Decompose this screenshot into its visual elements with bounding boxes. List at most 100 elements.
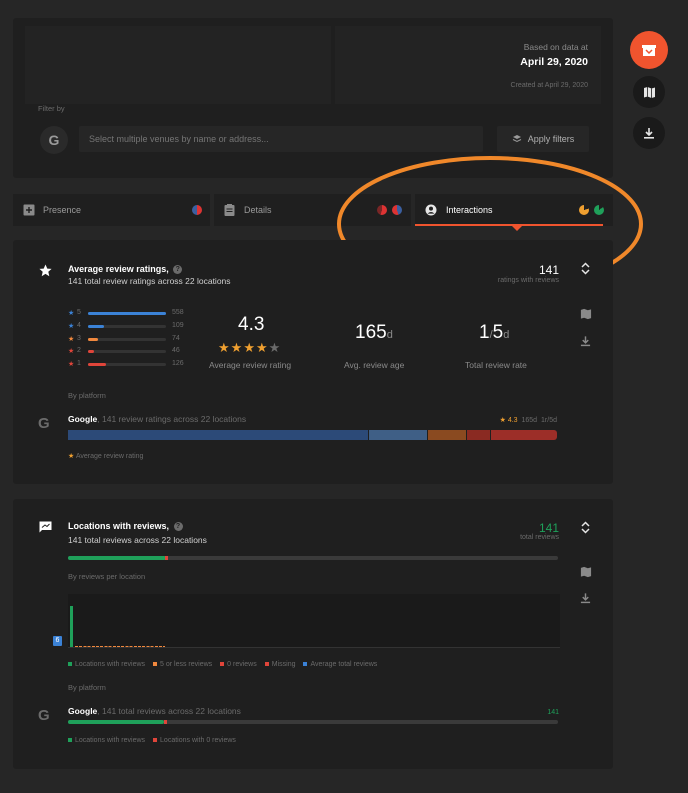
platform-rating: 4.3 [507, 417, 518, 424]
ratings-platform-line: Google, 141 review ratings across 22 loc… [68, 414, 246, 424]
help-icon[interactable]: ? [173, 265, 183, 274]
star-row-fill [88, 312, 166, 315]
avg-rating-label: Average review rating [209, 360, 292, 370]
locations-help-icon[interactable]: ? [173, 522, 183, 531]
header-left-panel [25, 26, 331, 104]
star-row-count: 74 [172, 334, 180, 342]
legend-item: 5 or less reviews [153, 661, 212, 668]
rating-star-icon: ★ [218, 340, 231, 355]
legend-item: Locations with reviews [68, 661, 145, 668]
star-row-count: 558 [172, 309, 184, 316]
locations-map-icon[interactable] [580, 566, 592, 578]
chart-baseline [68, 647, 560, 648]
locations-card: Locations with reviews, ? 141 total revi… [13, 499, 613, 769]
locations-title: Locations with reviews, ? [68, 521, 183, 531]
locations-download-icon[interactable] [580, 592, 591, 604]
ratings-title-text: Average review ratings, [68, 264, 169, 274]
locations-total: 141 [538, 521, 559, 535]
locations-subtitle: 141 total reviews across 22 locations [68, 535, 207, 545]
legend-label: 5 or less reviews [160, 661, 213, 668]
locations-platform-count: 141 [547, 709, 559, 716]
star-row-icon: ★ [68, 310, 75, 317]
gift-icon [642, 45, 656, 56]
tab-presence[interactable]: Presence [13, 194, 210, 226]
locations-title-text: Locations with reviews, [68, 521, 170, 531]
locations-expand-toggle-icon[interactable] [581, 521, 590, 534]
locations-by-platform-label: By platform [68, 683, 106, 692]
tab-presence-label: Presence [43, 205, 82, 215]
ratings-download-icon[interactable] [580, 335, 591, 347]
locations-platform-desc: , 141 total reviews across 22 locations [97, 706, 241, 716]
star-row: ★ 1 126 [68, 360, 198, 370]
star-row-count: 126 [172, 360, 184, 368]
apply-filters-label: Apply filters [527, 134, 575, 144]
star-row-track [88, 337, 166, 341]
star-row-label: 2 [77, 347, 81, 355]
ratings-legend-label: Average review rating [75, 453, 144, 460]
star-row-fill [88, 324, 104, 328]
star-row-track [88, 324, 166, 328]
locations-platform-name: Google [68, 706, 98, 716]
review-chat-icon [39, 521, 52, 533]
platform-rating-stack-bar [68, 430, 558, 440]
locations-progress-track [68, 556, 558, 560]
by-reviews-label: By reviews per location [68, 572, 146, 581]
stack-segment [466, 430, 491, 440]
locations-legend: Locations with reviews 5 or less reviews 0… [68, 661, 377, 668]
star-icon [39, 264, 52, 277]
star-row-icon: ★ [68, 361, 75, 369]
star-row-icon: ★ [68, 335, 75, 343]
venue-search-input[interactable] [79, 126, 483, 152]
review-age-value: 165 [355, 322, 387, 343]
legend-label: 0 reviews [227, 661, 257, 668]
ratings-total: 141 [538, 263, 559, 277]
star-row-count: 46 [172, 347, 180, 355]
platform-star-icon: ★ [499, 417, 506, 424]
ratings-total-label: ratings with reviews [497, 277, 559, 284]
platform-age: 165d [521, 417, 538, 424]
google-icon: G [38, 415, 50, 432]
star-row: ★ 3 74 [68, 335, 198, 345]
rating-star-icon: ★ [243, 340, 256, 355]
legend-label: Locations with 0 reviews [160, 737, 236, 744]
locations-progress-marker [165, 556, 168, 560]
review-age-label: Avg. review age [344, 360, 405, 370]
clipboard-icon [224, 204, 235, 216]
rating-star-icon-empty: ★ [268, 340, 282, 355]
gift-button[interactable] [630, 31, 668, 69]
google-filter-icon[interactable]: G [40, 126, 68, 154]
ratings-by-platform-label: By platform [68, 391, 106, 400]
download-icon [644, 128, 654, 139]
legend-label: Average total reviews [310, 661, 378, 668]
star-row-icon: ★ [68, 348, 75, 356]
star-row-fill [88, 350, 95, 354]
star-row-label: 3 [77, 334, 81, 342]
locations-legend2: Locations with reviews Locations with 0 r… [68, 737, 236, 744]
legend-swatch [153, 662, 158, 667]
chart-axis-badge: 6 [53, 636, 62, 646]
download-button[interactable] [633, 117, 665, 149]
ratings-legend: ★ Average review rating [68, 452, 143, 460]
map-icon [643, 86, 655, 98]
legend-label: Missing [271, 661, 296, 668]
platform-name: Google [68, 414, 98, 424]
review-age-unit: d [386, 329, 393, 341]
chart-bar-main [70, 606, 73, 648]
avg-rating-stars: ★★★★★ [218, 340, 281, 356]
locations-platform-fill [68, 720, 164, 724]
map-button[interactable] [633, 76, 665, 108]
star-row-fill [88, 337, 99, 341]
locations-platform-track [68, 720, 558, 724]
apply-filters-button[interactable]: Apply filters [497, 126, 589, 152]
presence-icon [23, 204, 35, 216]
legend-swatch [220, 662, 225, 667]
star-row: ★ 4 109 [68, 322, 198, 332]
legend-star-icon: ★ [68, 453, 75, 460]
legend-item: 0 reviews [220, 661, 257, 668]
review-rate-value2: 5 [492, 322, 504, 343]
star-row-track [88, 363, 166, 367]
expand-toggle-icon[interactable] [581, 262, 590, 275]
ratings-map-icon[interactable] [580, 308, 592, 320]
star-row-label: 5 [77, 309, 81, 316]
star-row-label: 4 [77, 321, 81, 329]
